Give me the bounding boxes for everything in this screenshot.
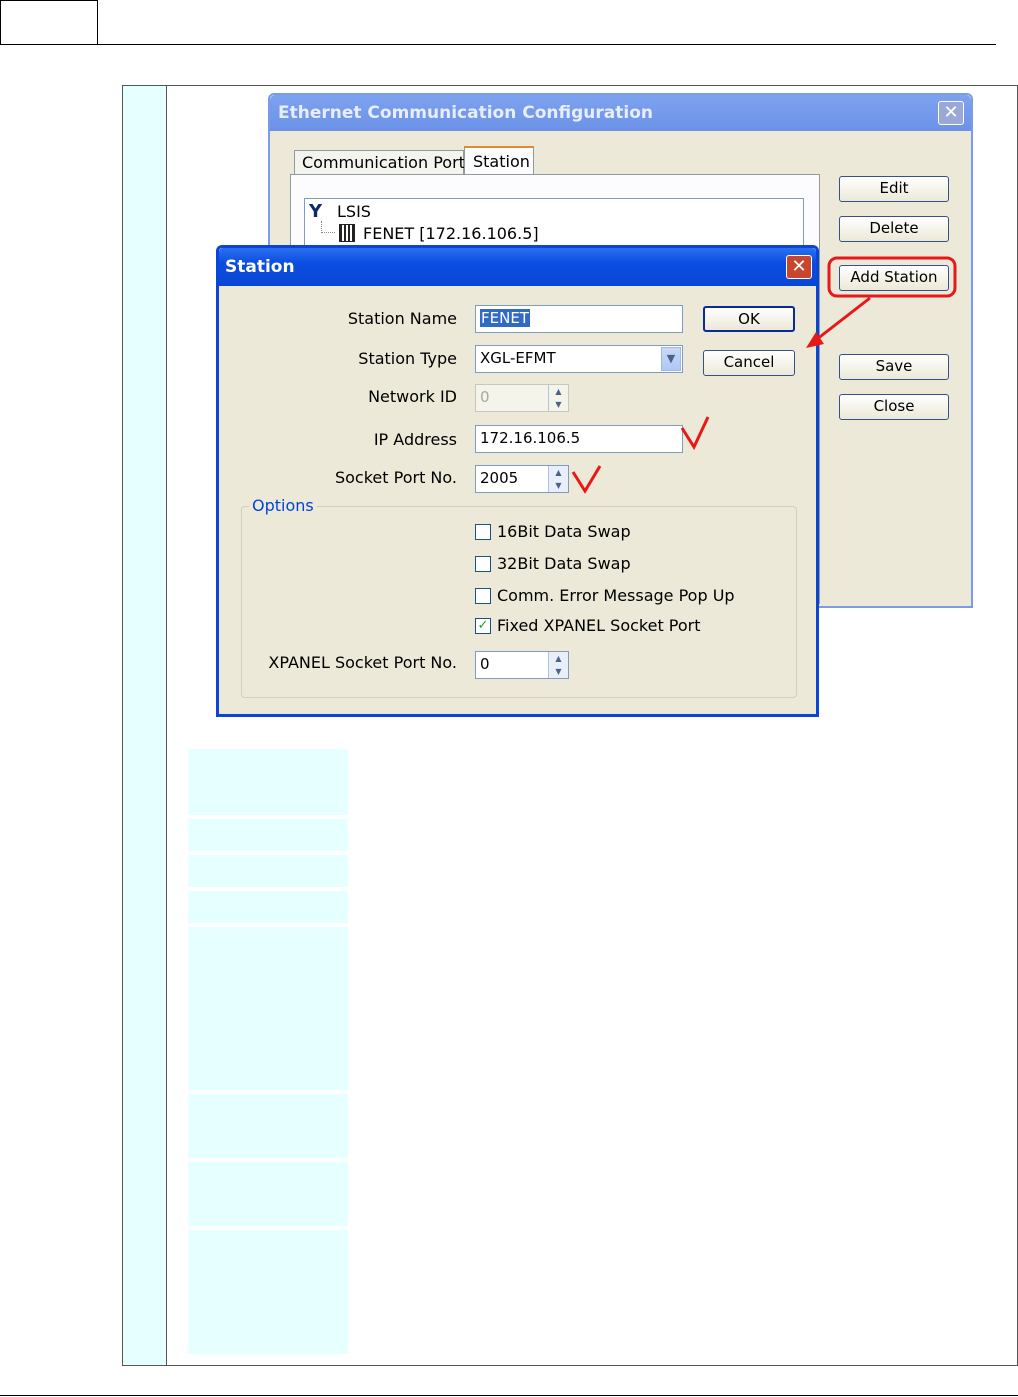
options-legend: Options [249, 496, 317, 515]
tree-root-lsis[interactable]: LSIS [337, 202, 371, 221]
station-name-input[interactable]: FENET [475, 305, 683, 333]
checkbox-error-popup-label: Comm. Error Message Pop Up [497, 586, 735, 605]
table-cell [188, 1094, 348, 1158]
xpanel-socket-port-input[interactable]: 0 ▲ ▼ [475, 651, 569, 679]
station-type-value: XGL-EFMT [480, 349, 556, 367]
ip-address-value: 172.16.106.5 [480, 429, 581, 447]
checkbox-32bit-swap-label: 32Bit Data Swap [497, 554, 631, 573]
spinner-icon[interactable]: ▲ ▼ [548, 466, 568, 492]
tab-station[interactable]: Station [464, 146, 534, 175]
ethernet-config-titlebar: Ethernet Communication Configuration ✕ [270, 95, 971, 131]
table-cell [188, 819, 348, 851]
spinner-icon: ▲ ▼ [548, 385, 568, 411]
footer-rule [0, 1395, 1018, 1396]
checkmark-icon: ✓ [477, 618, 489, 633]
station-dialog-titlebar: Station ✕ [219, 248, 816, 286]
ip-address-input[interactable]: 172.16.106.5 [475, 425, 683, 453]
ip-address-label: IP Address [373, 430, 457, 449]
checkbox-16bit-swap-label: 16Bit Data Swap [497, 522, 631, 541]
station-dialog: Station ✕ Station Name Station Type Netw… [216, 245, 819, 717]
cancel-button[interactable]: Cancel [703, 350, 795, 376]
checkbox-16bit-swap[interactable] [475, 524, 491, 540]
tab-station-label: Station [473, 152, 530, 171]
ok-button[interactable]: OK [703, 306, 795, 332]
page-number-box [0, 0, 98, 45]
socket-port-label: Socket Port No. [334, 468, 457, 487]
ethernet-config-close-icon[interactable]: ✕ [938, 101, 964, 125]
xpanel-socket-port-label: XPANEL Socket Port No. [268, 653, 457, 672]
tab-communication-port[interactable]: Communication Port [294, 150, 465, 174]
delete-button[interactable]: Delete [839, 216, 949, 242]
table-cell [188, 1230, 348, 1354]
checkbox-fixed-xpanel-port-label: Fixed XPANEL Socket Port [497, 616, 701, 635]
spinner-icon[interactable]: ▲ ▼ [548, 652, 568, 678]
network-icon: Y [309, 201, 323, 222]
chevron-down-icon[interactable]: ▼ [661, 347, 681, 371]
checkbox-error-popup[interactable] [475, 588, 491, 604]
table-left-column [123, 86, 167, 1365]
table-cell [188, 927, 348, 1090]
table-cell [188, 855, 348, 887]
tree-connector [321, 221, 335, 233]
add-station-button[interactable]: Add Station [839, 265, 949, 291]
table-cell [188, 891, 348, 923]
tab-communication-port-label: Communication Port [302, 153, 465, 172]
network-id-label: Network ID [368, 387, 457, 406]
header-rule [0, 44, 996, 45]
ethernet-config-title: Ethernet Communication Configuration [278, 103, 653, 123]
checkbox-fixed-xpanel-port[interactable]: ✓ [475, 618, 491, 634]
xpanel-socket-port-value: 0 [480, 655, 490, 673]
network-id-input[interactable]: 0 ▲ ▼ [475, 384, 569, 412]
socket-port-value: 2005 [480, 469, 519, 487]
tree-item-fenet[interactable]: FENET [172.16.106.5] [363, 224, 539, 243]
station-dialog-close-icon[interactable]: ✕ [786, 255, 812, 279]
network-id-value: 0 [480, 388, 490, 406]
edit-button[interactable]: Edit [839, 176, 949, 202]
plc-module-icon [339, 224, 355, 242]
station-type-label: Station Type [358, 349, 457, 368]
checkbox-32bit-swap[interactable] [475, 556, 491, 572]
save-button[interactable]: Save [839, 354, 949, 380]
station-name-value: FENET [480, 309, 530, 327]
station-type-select[interactable]: XGL-EFMT ▼ [475, 345, 683, 373]
station-dialog-title: Station [225, 257, 295, 277]
station-name-label: Station Name [347, 309, 457, 328]
socket-port-input[interactable]: 2005 ▲ ▼ [475, 465, 569, 493]
table-cell [188, 749, 348, 815]
close-button[interactable]: Close [839, 394, 949, 420]
table-cell [188, 1162, 348, 1226]
